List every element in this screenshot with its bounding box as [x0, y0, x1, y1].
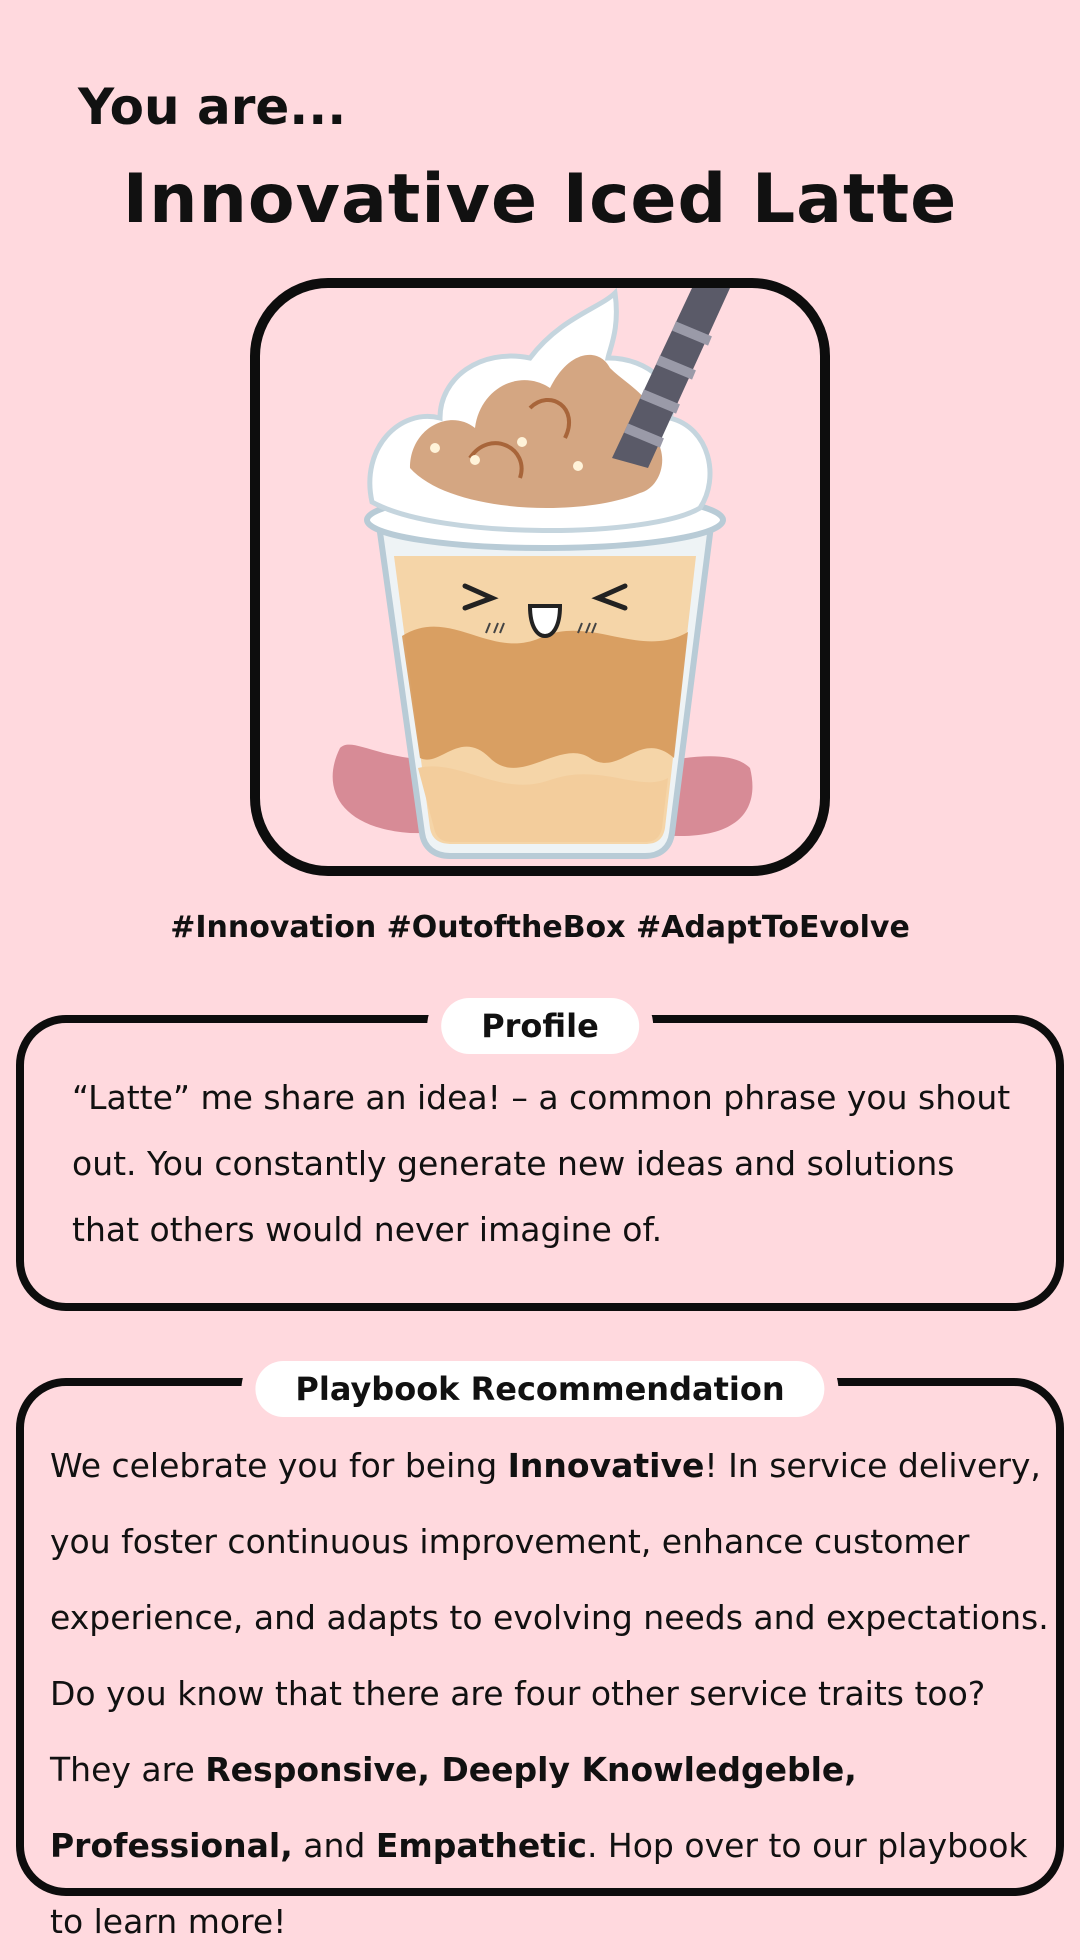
playbook-text-part1: We celebrate you for being	[50, 1446, 508, 1485]
playbook-text-part3: and	[292, 1826, 376, 1865]
intro-text: You are...	[78, 78, 347, 136]
profile-card: Profile “Latte” me share an idea! – a co…	[16, 998, 1064, 1311]
illustration-frame	[250, 278, 830, 876]
trait-empathetic: Empathetic	[375, 1826, 587, 1865]
profile-label: Profile	[441, 998, 639, 1054]
result-title: Innovative Iced Latte	[122, 160, 958, 239]
playbook-card: Playbook Recommendation We celebrate you…	[16, 1361, 1064, 1941]
hashtags: #Innovation #OutoftheBox #AdaptToEvolve	[170, 910, 910, 945]
playbook-text: We celebrate you for being Innovative! I…	[50, 1428, 1050, 1960]
playbook-text-part2: ! In service delivery, you foster contin…	[50, 1446, 1049, 1789]
profile-text: “Latte” me share an idea! – a common phr…	[72, 1078, 1011, 1249]
iced-latte-illustration	[332, 288, 753, 859]
playbook-label: Playbook Recommendation	[255, 1361, 825, 1417]
trait-innovative: Innovative	[507, 1446, 705, 1485]
